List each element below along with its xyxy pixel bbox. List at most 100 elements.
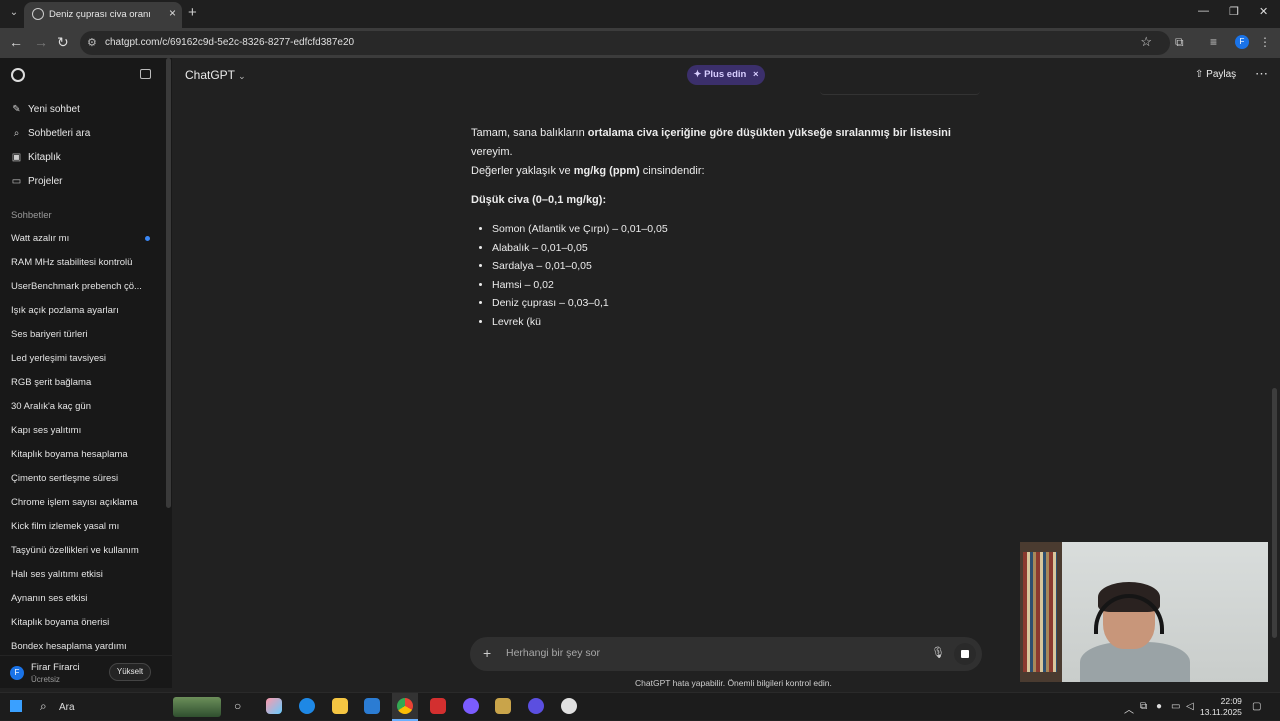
chat-item[interactable]: Led yerleşimi tavsiyesi [11,353,106,364]
previous-message-edge [820,91,980,95]
sidebar-scrollbar[interactable] [166,58,171,508]
sidebar-item-new-chat[interactable]: ✎ Yeni sohbet [11,104,80,115]
tab-title: Deniz çuprası civa oranı [49,9,151,20]
fish-list: Somon (Atlantik ve Çırpı) – 0,01–0,05 Al… [471,220,971,332]
app-red-icon[interactable] [430,698,446,714]
upgrade-button[interactable]: Yükselt [109,663,151,681]
chat-item[interactable]: Ses bariyeri türleri [11,329,88,340]
site-info-icon[interactable]: ⚙ [87,36,97,49]
browser-tab[interactable]: Deniz çuprası civa oranı × [24,2,182,28]
user-avatar: F [10,666,24,680]
list-item: Deniz çuprası – 0,03–0,1 [492,294,971,313]
file-explorer-icon[interactable] [332,698,348,714]
sidebar-item-search-chats[interactable]: ⌕ Sohbetleri ara [11,128,91,139]
tab-close-icon[interactable]: × [169,6,176,20]
stop-generating-button[interactable] [954,643,976,665]
edge-icon[interactable] [299,698,315,714]
tab-search-icon[interactable]: ⌄ [6,5,22,21]
chat-item[interactable]: Aynanın ses etkisi [11,593,87,604]
browser-tab-bar: ⌄ Deniz çuprası civa oranı × + — ❐ ✕ [0,0,1280,28]
text-run: vereyim. [471,146,513,158]
back-icon[interactable]: ← [9,34,23,50]
get-plus-button[interactable]: ✦ Plus edin × [687,65,765,85]
user-panel[interactable]: F Firar Firarci Ücretsiz Yükselt [0,655,172,688]
chat-item[interactable]: Halı ses yalıtımı etkisi [11,569,103,580]
tray-app-icon[interactable]: ⧉ [1140,701,1147,712]
message-line-2: Değerler yaklaşık ve mg/kg (ppm) cinsind… [471,162,971,181]
chrome-icon[interactable] [397,698,413,714]
task-view-icon[interactable]: ○ [234,699,241,713]
list-item: Somon (Atlantik ve Çırpı) – 0,01–0,05 [492,220,971,239]
chats-section-label: Sohbetler [11,210,52,221]
chat-item[interactable]: Chrome işlem sayısı açıklama [11,497,138,508]
media-icon[interactable]: ≡ [1210,35,1217,49]
chat-item[interactable]: Kitaplık boyama önerisi [11,617,109,628]
prompt-input[interactable]: Herhangi bir şey sor [506,647,600,659]
openai-logo-icon[interactable] [11,68,25,82]
sidebar-item-library[interactable]: ▣ Kitaplık [11,152,61,163]
chat-item[interactable]: UserBenchmark prebench çö... [11,281,142,292]
sidebar-item-label: Sohbetleri ara [28,128,91,139]
model-selector[interactable]: ChatGPT ⌄ [185,68,246,82]
unread-dot [145,236,150,241]
dismiss-icon[interactable]: × [753,69,759,80]
chat-item[interactable]: Bondex hesaplama yardımı [11,641,127,652]
chevron-down-icon: ⌄ [238,71,246,81]
network-icon[interactable]: ▭ [1171,701,1180,712]
sidebar-item-projects[interactable]: ▭ Projeler [11,176,63,187]
notification-icon[interactable]: ▢ [1252,701,1261,712]
microphone-icon[interactable]: 🎙 [931,646,945,659]
share-label: Paylaş [1206,69,1237,80]
folder-icon: ▭ [11,176,22,187]
forward-icon[interactable]: → [34,34,48,50]
search-highlight-image [173,697,221,717]
share-button[interactable]: ⇧ Paylaş [1195,69,1236,80]
browser-menu-icon[interactable]: ⋮ [1259,35,1271,49]
copilot-icon[interactable] [266,698,282,714]
chat-item[interactable]: 30 Aralık'a kaç gün [11,401,91,412]
chat-item[interactable]: Kick film izlemek yasal mı [11,521,119,532]
extensions-icon[interactable]: ⧉ [1175,35,1184,50]
bold-run: mg/kg (ppm) [573,165,640,177]
mail-icon[interactable] [364,698,380,714]
window-close-icon[interactable]: ✕ [1259,5,1268,18]
windows-start-icon[interactable] [10,700,22,712]
chat-item[interactable]: Kitaplık boyama hesaplama [11,449,128,460]
sidebar-item-label: Yeni sohbet [28,104,80,115]
bold-run: ortalama civa içeriğine göre düşükten yü… [587,127,951,139]
sidebar-toggle-icon[interactable] [140,69,151,79]
league-icon[interactable] [495,698,511,714]
volume-icon[interactable]: ◁ [1186,701,1194,712]
list-item: Alabalık – 0,01–0,05 [492,239,971,258]
tray-overflow-icon[interactable]: ︿ [1124,701,1134,716]
taskbar-search[interactable]: ⌕ Ara [32,696,222,718]
app-purple-icon[interactable] [528,698,544,714]
restore-icon[interactable]: ❐ [1229,5,1239,18]
chat-item[interactable]: Çimento sertleşme süresi [11,473,118,484]
add-attachment-icon[interactable]: + [483,645,491,661]
more-options-icon[interactable]: ⋯ [1255,66,1268,82]
model-name: ChatGPT [185,68,235,82]
chat-item[interactable]: Taşyünü özellikleri ve kullanım [11,545,139,556]
bookmark-star-icon[interactable]: ☆ [1140,34,1152,50]
chat-item[interactable]: Işık açık pozlama ayarları [11,305,119,316]
minimize-icon[interactable]: — [1198,5,1209,17]
chat-item[interactable]: Watt azalır mı [11,233,69,244]
discord-icon[interactable] [463,698,479,714]
sidebar-item-label: Projeler [28,176,63,187]
main-scrollbar[interactable] [1272,388,1277,638]
chat-item[interactable]: RAM MHz stabilitesi kontrolü [11,257,132,268]
tray-mic-icon[interactable]: ● [1156,701,1162,712]
clock[interactable]: 22:09 13.11.2025 [1200,696,1242,718]
profile-avatar[interactable]: F [1235,35,1249,49]
url-bar[interactable]: ⚙ chatgpt.com/c/69162c9d-5e2c-8326-8277-… [80,31,1170,55]
chat-item[interactable]: Kapı ses yalıtımı [11,425,81,436]
chat-item[interactable]: RGB şerit bağlama [11,377,91,388]
new-tab-icon[interactable]: + [188,4,197,21]
chatgpt-app-icon[interactable] [561,698,577,714]
reload-icon[interactable]: ↻ [57,34,69,51]
url-text: chatgpt.com/c/69162c9d-5e2c-8326-8277-ed… [105,37,355,48]
clock-time: 22:09 [1220,696,1242,706]
webcam-overlay [1020,542,1268,682]
clock-date: 13.11.2025 [1200,707,1242,717]
